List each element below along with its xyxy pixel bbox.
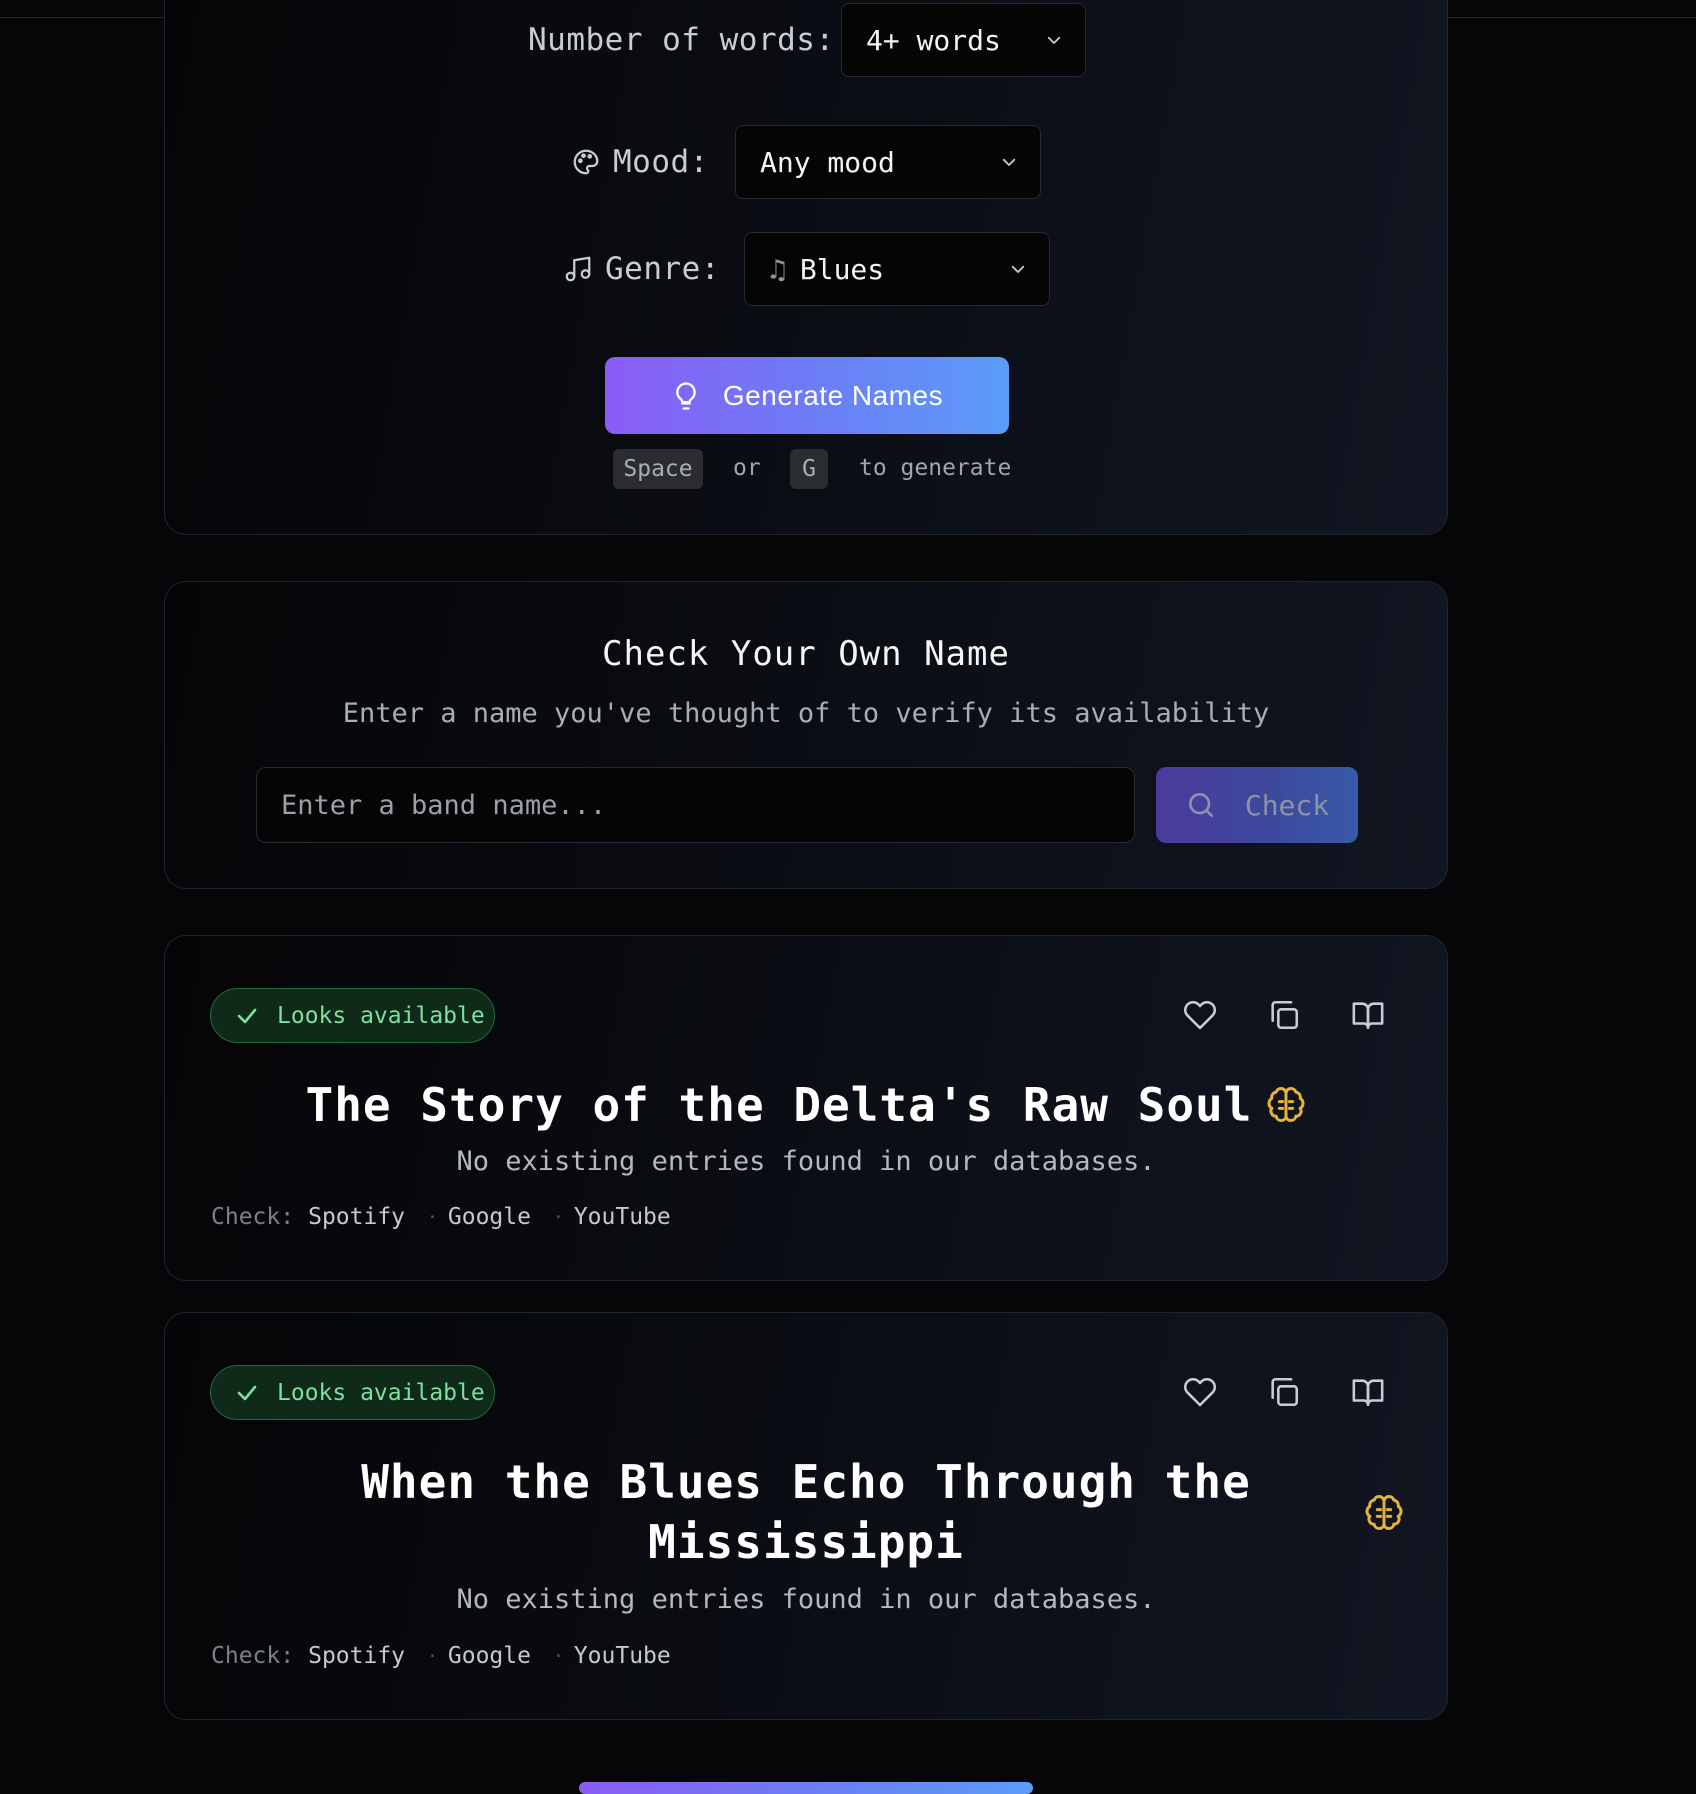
book-open-icon	[1352, 1379, 1384, 1407]
genre-row: Genre:	[563, 232, 720, 306]
band-name-input[interactable]	[256, 767, 1135, 843]
check-icon	[237, 1385, 257, 1400]
check-links: Check: Spotify · Google · YouTube	[211, 1643, 671, 1669]
genre-select[interactable]: ♫ Blues	[744, 232, 1050, 306]
generate-names-button[interactable]: Generate Names	[605, 357, 1009, 434]
result-description: No existing entries found in our databas…	[456, 1146, 1156, 1177]
genre-label-group: Genre:	[563, 251, 720, 287]
favorite-button[interactable]	[1183, 1375, 1217, 1409]
generate-names-label: Generate Names	[722, 379, 944, 411]
check-links-label: Check:	[211, 1204, 295, 1230]
words-label: Number of words:	[528, 22, 835, 58]
link-separator: ·	[552, 1206, 564, 1228]
spotify-link[interactable]: Spotify	[308, 1643, 405, 1669]
copy-icon	[1271, 1000, 1299, 1030]
check-name-title: Check Your Own Name	[602, 634, 1010, 674]
chevron-down-icon	[1047, 36, 1061, 44]
heart-icon	[1183, 1000, 1217, 1030]
music-note-icon	[565, 256, 591, 282]
book-open-icon	[1352, 1002, 1384, 1030]
band-name-text: The Story of the Delta's Raw Soul	[305, 1078, 1253, 1132]
link-separator: ·	[427, 1645, 438, 1667]
spotify-link[interactable]: Spotify	[308, 1204, 405, 1230]
check-icon	[237, 1008, 257, 1023]
band-name-title: The Story of the Delta's Raw Soul	[165, 1078, 1447, 1132]
link-separator: ·	[552, 1645, 564, 1667]
check-button[interactable]: Check	[1156, 767, 1358, 843]
mood-label-group: Mood:	[571, 144, 709, 180]
genre-select-value: Blues	[799, 252, 885, 286]
search-icon	[1188, 793, 1213, 817]
google-link[interactable]: Google	[448, 1204, 531, 1230]
band-name-title-line-2: Mississippi	[648, 1515, 964, 1569]
result-description: No existing entries found in our databas…	[456, 1584, 1156, 1615]
availability-badge-label: Looks available	[277, 1379, 485, 1406]
music-notes-icon: ♫	[769, 252, 786, 286]
check-links-label: Check:	[211, 1643, 295, 1669]
generator-panel: Number of words: 4+ words Mood: Any mood…	[164, 0, 1448, 535]
chevron-down-icon	[1011, 265, 1025, 273]
check-name-panel: Check Your Own Name Enter a name you've …	[164, 581, 1448, 889]
chevron-down-icon	[1002, 158, 1016, 166]
result-card: Looks available The Story of the Delta's…	[164, 935, 1448, 1281]
kbd-space: Space	[613, 449, 703, 489]
load-more-button[interactable]	[579, 1782, 1033, 1794]
genre-label: Genre:	[605, 251, 720, 287]
details-button[interactable]	[1351, 1375, 1385, 1409]
words-row: Number of words:	[528, 3, 835, 77]
youtube-link[interactable]: YouTube	[574, 1204, 671, 1230]
availability-badge: Looks available	[210, 1365, 495, 1420]
brain-icon	[1267, 1086, 1305, 1122]
hint-or: or	[733, 455, 761, 481]
link-separator: ·	[427, 1206, 438, 1228]
copy-button[interactable]	[1267, 1375, 1301, 1409]
copy-icon	[1271, 1377, 1299, 1407]
check-button-label: Check	[1244, 788, 1330, 822]
availability-badge: Looks available	[210, 988, 495, 1043]
favorite-button[interactable]	[1183, 998, 1217, 1032]
lightbulb-icon	[676, 381, 696, 410]
result-card: Looks available When the Blues Echo Thro…	[164, 1312, 1448, 1720]
google-link[interactable]: Google	[448, 1643, 531, 1669]
hint-to-generate: to generate	[859, 455, 1012, 481]
mood-label: Mood:	[613, 144, 709, 180]
details-button[interactable]	[1351, 998, 1385, 1032]
mood-select-value: Any mood	[760, 145, 895, 179]
mood-select[interactable]: Any mood	[735, 125, 1041, 199]
brain-icon	[1365, 1494, 1403, 1531]
availability-badge-label: Looks available	[277, 1002, 485, 1029]
copy-button[interactable]	[1267, 998, 1301, 1032]
words-select-value: 4+ words	[866, 23, 1001, 57]
band-name-title-line-1: When the Blues Echo Through the	[361, 1455, 1251, 1509]
palette-icon	[573, 149, 599, 175]
mood-row: Mood:	[571, 125, 709, 199]
kbd-g: G	[790, 449, 828, 489]
check-name-subtitle: Enter a name you've thought of to verify…	[342, 698, 1270, 729]
heart-icon	[1183, 1377, 1217, 1407]
words-select[interactable]: 4+ words	[841, 3, 1086, 77]
check-links: Check: Spotify · Google · YouTube	[211, 1204, 671, 1230]
youtube-link[interactable]: YouTube	[574, 1643, 671, 1669]
